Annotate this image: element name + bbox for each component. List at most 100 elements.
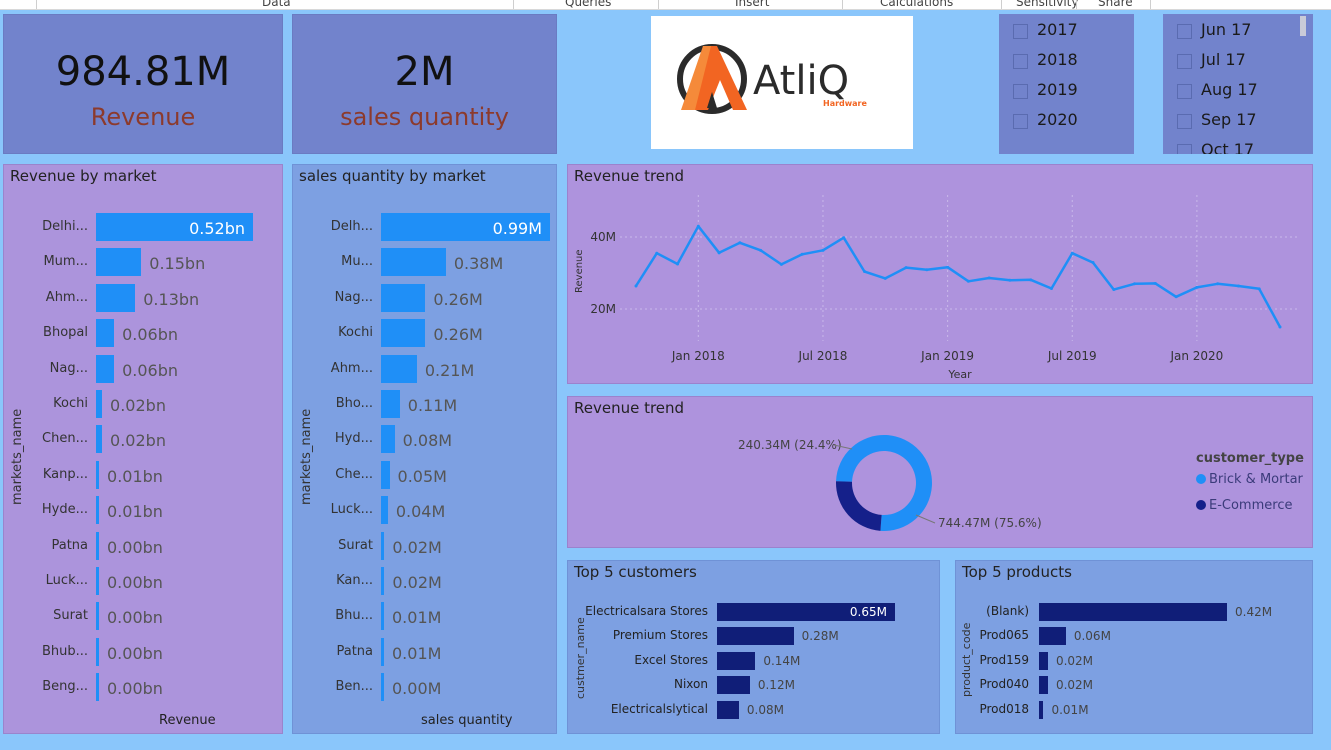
bar-row[interactable]: Beng... 0.00bn: [4, 673, 282, 703]
slicer-item[interactable]: 2017: [999, 18, 1134, 48]
bar-row[interactable]: Delhi... 0.52bn: [4, 213, 282, 243]
quantity-by-market-chart[interactable]: sales quantity by market markets_name sa…: [292, 164, 557, 734]
category-label: Bho...: [335, 396, 373, 411]
bar[interactable]: [381, 567, 385, 595]
bar-row[interactable]: Bho... 0.11M: [293, 390, 556, 420]
bar[interactable]: [96, 673, 99, 702]
bar[interactable]: [381, 496, 388, 525]
bar[interactable]: [381, 531, 385, 560]
bar-row[interactable]: Luck... 0.04M: [293, 496, 556, 526]
bar-row[interactable]: Bhu... 0.01M: [293, 602, 556, 632]
legend-title: customer_type: [1196, 451, 1304, 466]
menu-data[interactable]: Data: [262, 0, 291, 9]
revenue-trend-donut-chart[interactable]: Revenue trend 744.47M (75.6%) 240.34M (24…: [567, 396, 1313, 548]
bar-row[interactable]: Delh... 0.99M: [293, 213, 556, 243]
bar-row[interactable]: Patna 0.00bn: [4, 531, 282, 562]
checkbox[interactable]: [1177, 24, 1192, 39]
checkbox[interactable]: [1013, 24, 1028, 39]
checkbox[interactable]: [1013, 114, 1028, 129]
bar[interactable]: [381, 354, 417, 383]
legend-item-e-commerce[interactable]: E-Commerce: [1196, 498, 1292, 513]
menu-calculations[interactable]: Calculations: [880, 0, 953, 9]
bar-row[interactable]: Mu... 0.38M: [293, 248, 556, 278]
bar[interactable]: [381, 319, 426, 348]
bar-row[interactable]: Hyde... 0.01bn: [4, 496, 282, 526]
bar-row[interactable]: Nag... 0.06bn: [4, 354, 282, 385]
bar[interactable]: [381, 425, 395, 454]
bar-row[interactable]: Che... 0.05M: [293, 460, 556, 491]
bar-row[interactable]: Kochi 0.02bn: [4, 390, 282, 420]
top5-products-chart[interactable]: Top 5 products product_code (Blank) 0.42M…: [955, 560, 1313, 734]
slicer-item[interactable]: Aug 17: [1163, 78, 1313, 108]
bar[interactable]: [96, 319, 115, 348]
bar-row[interactable]: Kan... 0.02M: [293, 567, 556, 597]
menu-sensitivity[interactable]: Sensitivity: [1016, 0, 1078, 9]
bar-row[interactable]: Ahm... 0.13bn: [4, 283, 282, 314]
slicer-item[interactable]: 2019: [999, 78, 1134, 108]
bar[interactable]: [717, 627, 794, 646]
menu-queries[interactable]: Queries: [565, 0, 611, 9]
bar[interactable]: [96, 637, 99, 666]
slicer-item[interactable]: 2018: [999, 48, 1134, 78]
revenue-by-market-chart[interactable]: Revenue by market markets_name Revenue D…: [3, 164, 283, 734]
bar-row[interactable]: Surat 0.00bn: [4, 602, 282, 632]
bar[interactable]: [1039, 700, 1044, 719]
bar[interactable]: [1039, 627, 1066, 646]
bar[interactable]: [96, 354, 115, 383]
checkbox[interactable]: [1013, 84, 1028, 99]
bar[interactable]: [381, 637, 384, 666]
slicer-item[interactable]: Jul 17: [1163, 48, 1313, 78]
slicer-item[interactable]: Oct 17: [1163, 138, 1313, 154]
slicer-item[interactable]: Sep 17: [1163, 108, 1313, 138]
bar[interactable]: [96, 283, 136, 312]
bar[interactable]: [717, 700, 739, 719]
menu-share[interactable]: Share: [1098, 0, 1133, 9]
bar[interactable]: [96, 567, 99, 595]
slicer-item[interactable]: Jun 17: [1163, 18, 1313, 48]
bar[interactable]: [1039, 651, 1048, 670]
bar[interactable]: [1039, 603, 1227, 621]
checkbox[interactable]: [1177, 54, 1192, 69]
bar-row[interactable]: Patna 0.01M: [293, 637, 556, 668]
bar[interactable]: [96, 531, 99, 560]
month-slicer[interactable]: Jun 17 Jul 17 Aug 17 Sep 17 Oct 17: [1163, 14, 1313, 154]
bar-row[interactable]: Ben... 0.00M: [293, 673, 556, 703]
bar[interactable]: [96, 602, 99, 631]
bar-row[interactable]: Surat 0.02M: [293, 531, 556, 562]
quantity-kpi-card[interactable]: 2M sales quantity: [292, 14, 557, 154]
checkbox[interactable]: [1177, 144, 1192, 154]
checkbox[interactable]: [1177, 114, 1192, 129]
year-slicer[interactable]: 2017 2018 2019 2020: [999, 14, 1134, 154]
revenue-trend-line-chart[interactable]: Revenue trend 20M 40M Jan 2018 Jul 2018 Jan …: [567, 164, 1313, 384]
bar-row[interactable]: Kanp... 0.01bn: [4, 460, 282, 491]
checkbox[interactable]: [1013, 54, 1028, 69]
bar-row[interactable]: Chen... 0.02bn: [4, 425, 282, 455]
revenue-kpi-card[interactable]: 984.81M Revenue: [3, 14, 283, 154]
bar-row[interactable]: Nag... 0.26M: [293, 283, 556, 314]
bar[interactable]: [96, 425, 103, 454]
bar-row[interactable]: Hyd... 0.08M: [293, 425, 556, 455]
bar-row[interactable]: Bhub... 0.00bn: [4, 637, 282, 668]
bar[interactable]: [717, 651, 756, 670]
legend-item-brick-mortar[interactable]: Brick & Mortar: [1196, 472, 1303, 487]
bar[interactable]: [96, 460, 100, 489]
bar-row[interactable]: Kochi 0.26M: [293, 319, 556, 349]
bar[interactable]: [381, 390, 400, 418]
bar[interactable]: [381, 673, 384, 702]
slicer-item[interactable]: 2020: [999, 108, 1134, 138]
bar[interactable]: [381, 460, 390, 489]
bar[interactable]: [96, 248, 142, 277]
checkbox[interactable]: [1177, 84, 1192, 99]
bar[interactable]: [1039, 676, 1048, 695]
bar-row[interactable]: Mum... 0.15bn: [4, 248, 282, 278]
bar[interactable]: [96, 390, 103, 418]
bar[interactable]: [381, 248, 446, 277]
menu-insert[interactable]: Insert: [735, 0, 769, 9]
bar[interactable]: [96, 496, 100, 525]
bar-row[interactable]: Ahm... 0.21M: [293, 354, 556, 385]
bar-row[interactable]: Bhopal 0.06bn: [4, 319, 282, 349]
bar[interactable]: [381, 602, 384, 631]
bar[interactable]: [717, 676, 750, 695]
bar[interactable]: [381, 283, 426, 312]
bar-row[interactable]: Luck... 0.00bn: [4, 567, 282, 597]
